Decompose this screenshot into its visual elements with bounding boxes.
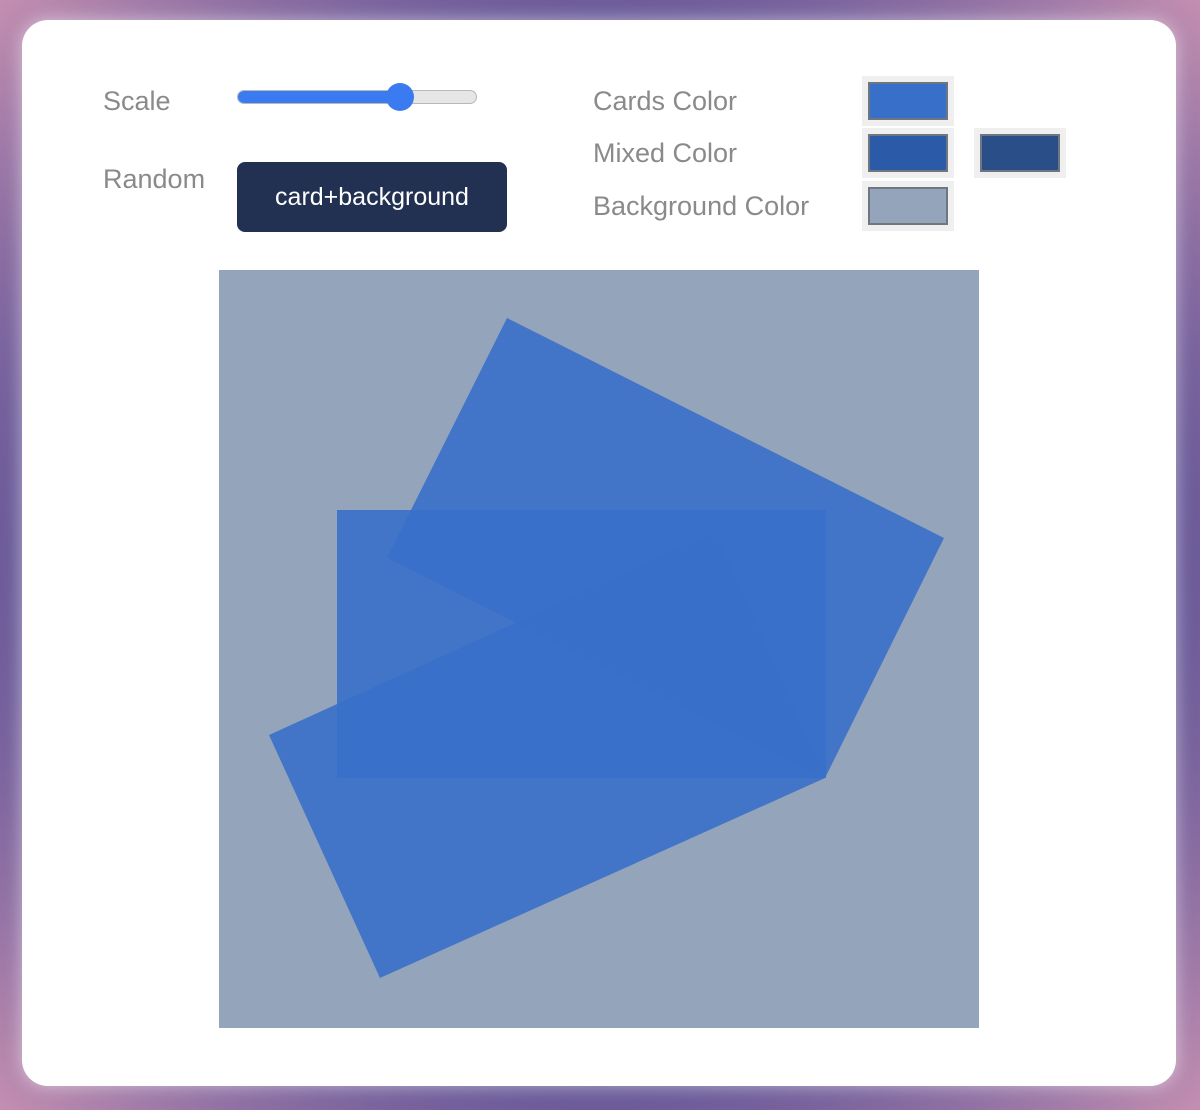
mixed-dark-color-swatch[interactable] — [974, 128, 1066, 178]
app-panel: Scale Random card+background Cards Color… — [22, 20, 1176, 1086]
scale-slider[interactable] — [237, 83, 477, 111]
random-label: Random — [103, 164, 206, 194]
scale-label: Scale — [103, 86, 171, 116]
background-color-chip — [868, 187, 948, 225]
preview-svg — [219, 270, 979, 1028]
cards-color-swatch[interactable] — [862, 76, 954, 126]
background-color-swatch[interactable] — [862, 181, 954, 231]
mixed-color-label: Mixed Color — [593, 138, 738, 168]
random-card-background-button[interactable]: card+background — [237, 162, 507, 232]
cards-color-chip — [868, 82, 948, 120]
scale-slider-thumb[interactable] — [385, 83, 414, 111]
preview-canvas — [219, 270, 979, 1028]
mixed-color-chip — [868, 134, 948, 172]
mixed-color-swatch[interactable] — [862, 128, 954, 178]
background-color-label: Background Color — [593, 191, 810, 221]
cards-color-label: Cards Color — [593, 86, 738, 116]
scale-slider-fill — [238, 91, 400, 103]
mixed-dark-color-chip — [980, 134, 1060, 172]
